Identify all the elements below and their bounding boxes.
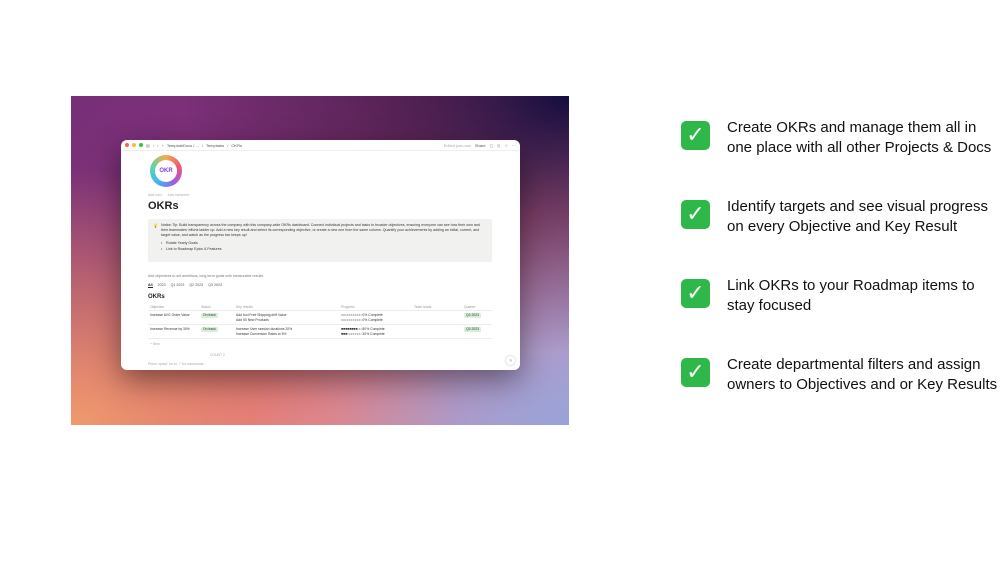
hero-gradient-background: ▤ ‹ › + TemplateDocs / ... / Templates /…	[71, 96, 569, 425]
tab-q3-2023[interactable]: Q3 2023	[208, 283, 222, 288]
notion-tip-callout: 💡 Notion Tip: Build transparency across …	[148, 219, 492, 262]
okr-table: Objective Status Key results Progress Te…	[148, 304, 492, 349]
key-result-link[interactable]: Add 50 New Products	[236, 318, 341, 323]
quarter-badge[interactable]: Q3 2023	[464, 313, 482, 318]
history-icon[interactable]: ◷	[497, 143, 501, 148]
callout-link-roadmap[interactable]: Link to Roadmap Epics & Features	[161, 246, 486, 252]
column-header-status[interactable]: Status	[201, 305, 236, 309]
feature-item: ✓ Identify targets and see visual progre…	[681, 197, 999, 237]
new-row-button[interactable]: + New	[148, 339, 492, 349]
lightbulb-icon: 💡	[153, 223, 158, 228]
status-badge[interactable]: On track	[201, 313, 218, 318]
notion-window: ▤ ‹ › + TemplateDocs / ... / Templates /…	[121, 140, 520, 370]
table-row[interactable]: Increase Revenue by 30% On track Increas…	[148, 325, 492, 339]
help-button[interactable]: ?	[506, 356, 515, 365]
table-row[interactable]: Increase AVG Order Value On track Add to…	[148, 311, 492, 325]
view-tabs: All 2023 Q1 2023 Q2 2023 Q3 2023	[148, 283, 222, 288]
feature-item: ✓ Link OKRs to your Roadmap items to sta…	[681, 276, 999, 316]
tab-all[interactable]: All	[148, 283, 153, 288]
back-arrow-icon[interactable]: ‹	[153, 143, 154, 148]
breadcrumb-okrs[interactable]: OKRs	[231, 143, 242, 148]
feature-text: Link OKRs to your Roadmap items to stay …	[727, 277, 975, 314]
check-mark-icon: ✓	[681, 200, 710, 229]
status-badge[interactable]: On track	[201, 327, 218, 332]
check-mark-icon: ✓	[681, 121, 710, 150]
check-mark-icon: ✓	[681, 279, 710, 308]
intro-text: Add objectives to set ambitious, long-te…	[148, 274, 265, 278]
objective-cell[interactable]: Increase AVG Order Value	[148, 313, 201, 318]
minimize-window-button[interactable]	[132, 143, 136, 147]
add-page-icon[interactable]: +	[161, 143, 163, 148]
share-button[interactable]: Share	[475, 143, 486, 148]
maximize-window-button[interactable]	[139, 143, 143, 147]
table-header: Objective Status Key results Progress Te…	[148, 304, 492, 311]
column-header-team-leads[interactable]: Team leads	[414, 305, 464, 309]
edited-status: Edited just now	[443, 142, 471, 148]
okr-logo: OKR	[150, 155, 182, 187]
column-header-quarter[interactable]: Quarter	[464, 305, 492, 309]
page-add-row: Add icon Add comment	[148, 193, 189, 197]
column-header-key-results[interactable]: Key results	[236, 305, 341, 309]
window-titlebar: ▤ ‹ › + TemplateDocs / ... / Templates /…	[121, 140, 520, 151]
tab-q2-2023[interactable]: Q2 2023	[189, 283, 203, 288]
database-title[interactable]: OKRs	[148, 294, 165, 300]
column-header-objective[interactable]: Objective	[148, 305, 201, 309]
logo-text: OKR	[155, 160, 177, 182]
count-label: COUNT 2	[210, 353, 225, 357]
page-title: OKRs	[148, 200, 179, 212]
feature-text: Identify targets and see visual progress…	[727, 198, 988, 235]
favorite-star-icon[interactable]: ☆	[504, 143, 508, 148]
column-header-progress[interactable]: Progress	[341, 305, 414, 309]
sidebar-toggle-icon[interactable]: ▤	[146, 143, 150, 148]
callout-text: Notion Tip: Build transparency across th…	[161, 223, 480, 237]
breadcrumb-workspace[interactable]: TemplateDocs / ...	[167, 143, 199, 148]
add-comment-button[interactable]: Add comment	[168, 193, 190, 197]
progress-bar: □□□□□□□□□□ 0% Complete	[341, 317, 383, 322]
feature-text: Create OKRs and manage them all in one p…	[727, 119, 992, 156]
feature-text: Create departmental filters and assign o…	[727, 356, 998, 393]
forward-arrow-icon[interactable]: ›	[157, 143, 158, 148]
feature-item: ✓ Create OKRs and manage them all in one…	[681, 118, 999, 158]
progress-bar: ■■■□□□□□□□ 30% Complete	[341, 331, 385, 336]
comment-icon[interactable]: ◻	[490, 143, 493, 148]
tab-q1-2023[interactable]: Q1 2023	[171, 283, 185, 288]
tab-2023[interactable]: 2023	[158, 283, 166, 288]
check-mark-icon: ✓	[681, 358, 710, 387]
add-icon-button[interactable]: Add icon	[148, 193, 162, 197]
objective-cell[interactable]: Increase Revenue by 30%	[148, 327, 201, 332]
close-window-button[interactable]	[125, 143, 129, 147]
key-result-link[interactable]: Increase Conversion Rates to 5%	[236, 332, 341, 337]
editor-placeholder[interactable]: Press 'space' for AI, '/' for commands..…	[148, 362, 206, 366]
feature-item: ✓ Create departmental filters and assign…	[681, 355, 999, 395]
quarter-badge[interactable]: Q3 2023	[464, 327, 482, 332]
breadcrumb-templates[interactable]: Templates	[206, 143, 224, 148]
more-options-icon[interactable]: ···	[512, 143, 516, 148]
